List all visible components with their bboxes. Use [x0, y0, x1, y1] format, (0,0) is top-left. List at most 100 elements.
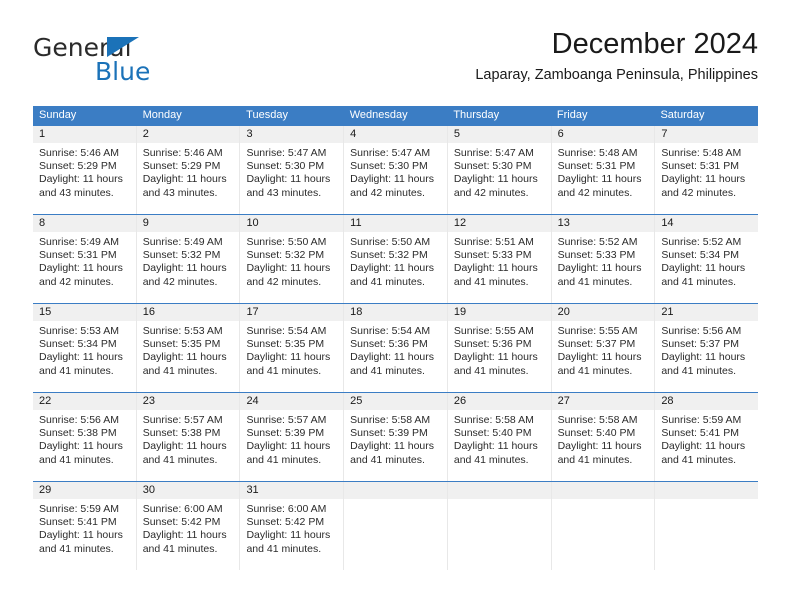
day-number: 26	[447, 393, 551, 410]
sunrise-text: Sunrise: 5:53 AM	[142, 325, 223, 337]
daylight-text-line1: Daylight: 11 hours	[350, 351, 435, 364]
day-number: 30	[136, 482, 240, 499]
day-details: Sunrise: 6:00 AM Sunset: 5:42 PM Daylight:…	[240, 499, 343, 556]
daylight-text-line1: Daylight: 11 hours	[246, 440, 331, 453]
daylight-text-line1: Daylight: 11 hours	[142, 351, 227, 364]
daylight-text-line2: and 41 minutes.	[142, 364, 218, 377]
daylight-text-line1: Daylight: 11 hours	[246, 173, 331, 186]
daylight-text-line1: Daylight: 11 hours	[453, 440, 538, 453]
day-details: Sunrise: 5:50 AM Sunset: 5:32 PM Daylight:…	[344, 232, 447, 289]
sunset-text: Sunset: 5:31 PM	[661, 160, 739, 173]
sunrise-text: Sunrise: 5:58 AM	[453, 414, 534, 426]
sunset-text: Sunset: 5:39 PM	[246, 427, 325, 440]
sunset-text: Sunset: 5:38 PM	[142, 427, 221, 440]
sunrise-text: Sunrise: 5:56 AM	[661, 325, 742, 337]
day-cell[interactable]: 31 Sunrise: 6:00 AM Sunset: 5:42 PM Dayligh…	[239, 482, 344, 570]
daylight-text-line2: and 41 minutes.	[453, 364, 529, 377]
daylight-text-line2: and 41 minutes.	[557, 275, 633, 288]
sunrise-text: Sunrise: 5:59 AM	[39, 503, 119, 515]
sunset-text: Sunset: 5:31 PM	[557, 160, 636, 173]
day-number: 3	[240, 126, 344, 143]
day-cell[interactable]: 16 Sunrise: 5:53 AM Sunset: 5:35 PM Dayligh…	[135, 304, 240, 392]
day-number: 24	[240, 393, 344, 410]
day-cell[interactable]: 25 Sunrise: 5:58 AM Sunset: 5:39 PM Dayligh…	[343, 393, 447, 481]
general-blue-logo[interactable]: General Blue	[33, 34, 233, 94]
sunrise-text: Sunrise: 5:51 AM	[453, 236, 534, 248]
weekday-header-wednesday: Wednesday	[349, 109, 408, 121]
sunset-text: Sunset: 5:39 PM	[350, 427, 428, 440]
day-cell[interactable]: 30 Sunrise: 6:00 AM Sunset: 5:42 PM Dayligh…	[135, 482, 240, 570]
sunset-text: Sunset: 5:33 PM	[557, 249, 636, 262]
day-cell[interactable]: 22 Sunrise: 5:56 AM Sunset: 5:38 PM Dayligh…	[33, 393, 136, 481]
sunrise-text: Sunrise: 5:54 AM	[246, 325, 327, 337]
sunrise-text: Sunrise: 5:55 AM	[557, 325, 638, 337]
sunset-text: Sunset: 5:29 PM	[39, 160, 117, 173]
daylight-text-line1: Daylight: 11 hours	[557, 440, 642, 453]
sunrise-text: Sunrise: 5:57 AM	[246, 414, 327, 426]
daylight-text-line1: Daylight: 11 hours	[39, 262, 123, 275]
day-cell[interactable]: 2 Sunrise: 5:46 AM Sunset: 5:29 PM Daylight…	[135, 126, 240, 214]
daylight-text-line1: Daylight: 11 hours	[557, 351, 642, 364]
sunrise-text: Sunrise: 5:53 AM	[39, 325, 119, 337]
sunrise-text: Sunrise: 5:59 AM	[661, 414, 742, 426]
sunset-text: Sunset: 5:30 PM	[246, 160, 325, 173]
week-row: 1 Sunrise: 5:46 AM Sunset: 5:29 PM Daylight…	[33, 125, 759, 214]
day-number: 6	[551, 126, 655, 143]
day-cell[interactable]: 20 Sunrise: 5:55 AM Sunset: 5:37 PM Dayligh…	[550, 304, 655, 392]
day-cell[interactable]: 12 Sunrise: 5:51 AM Sunset: 5:33 PM Dayligh…	[446, 215, 551, 303]
daylight-text-line2: and 42 minutes.	[350, 186, 425, 199]
daylight-text-line1: Daylight: 11 hours	[661, 173, 746, 186]
day-cell[interactable]: 24 Sunrise: 5:57 AM Sunset: 5:39 PM Dayligh…	[239, 393, 344, 481]
day-number: 18	[344, 304, 447, 321]
daylight-text-line2: and 42 minutes.	[39, 275, 114, 288]
day-cell[interactable]: 4 Sunrise: 5:47 AM Sunset: 5:30 PM Daylight…	[343, 126, 447, 214]
day-cell[interactable]: 10 Sunrise: 5:50 AM Sunset: 5:32 PM Dayligh…	[239, 215, 344, 303]
sunrise-text: Sunrise: 5:47 AM	[246, 147, 327, 159]
day-number: 19	[447, 304, 551, 321]
day-cell[interactable]: 7 Sunrise: 5:48 AM Sunset: 5:31 PM Daylight…	[654, 126, 759, 214]
day-number: 11	[344, 215, 447, 232]
day-details: Sunrise: 5:47 AM Sunset: 5:30 PM Daylight:…	[448, 143, 551, 200]
day-details: Sunrise: 5:56 AM Sunset: 5:38 PM Daylight:…	[33, 410, 136, 467]
day-cell[interactable]: 11 Sunrise: 5:50 AM Sunset: 5:32 PM Dayligh…	[343, 215, 447, 303]
sunset-text: Sunset: 5:29 PM	[142, 160, 221, 173]
day-number	[655, 482, 759, 499]
sunset-text: Sunset: 5:31 PM	[39, 249, 117, 262]
day-details: Sunrise: 5:57 AM Sunset: 5:39 PM Daylight:…	[240, 410, 343, 467]
day-number	[551, 482, 655, 499]
day-cell[interactable]: 17 Sunrise: 5:54 AM Sunset: 5:35 PM Dayligh…	[239, 304, 344, 392]
day-cell[interactable]: 5 Sunrise: 5:47 AM Sunset: 5:30 PM Daylight…	[446, 126, 551, 214]
day-cell[interactable]: 18 Sunrise: 5:54 AM Sunset: 5:36 PM Dayligh…	[343, 304, 447, 392]
day-cell[interactable]: 28 Sunrise: 5:59 AM Sunset: 5:41 PM Dayligh…	[654, 393, 759, 481]
day-cell[interactable]: 15 Sunrise: 5:53 AM Sunset: 5:34 PM Dayligh…	[33, 304, 136, 392]
weekday-header-friday: Friday	[556, 109, 588, 121]
day-number: 27	[551, 393, 655, 410]
day-cell[interactable]: 23 Sunrise: 5:57 AM Sunset: 5:38 PM Dayligh…	[135, 393, 240, 481]
calendar-page: General Blue December 2024 Laparay, Zamb…	[0, 0, 792, 612]
day-number: 25	[344, 393, 447, 410]
day-details	[655, 499, 758, 503]
day-cell[interactable]: 26 Sunrise: 5:58 AM Sunset: 5:40 PM Dayligh…	[446, 393, 551, 481]
day-cell[interactable]: 27 Sunrise: 5:58 AM Sunset: 5:40 PM Dayligh…	[550, 393, 655, 481]
day-number: 4	[344, 126, 447, 143]
day-cell[interactable]: 3 Sunrise: 5:47 AM Sunset: 5:30 PM Daylight…	[239, 126, 344, 214]
weekday-header-thursday: Thursday	[453, 109, 500, 121]
day-cell[interactable]: 1 Sunrise: 5:46 AM Sunset: 5:29 PM Daylight…	[33, 126, 136, 214]
day-cell[interactable]: 19 Sunrise: 5:55 AM Sunset: 5:36 PM Dayligh…	[446, 304, 551, 392]
page-title: December 2024	[551, 28, 758, 60]
day-details: Sunrise: 5:55 AM Sunset: 5:36 PM Daylight:…	[448, 321, 551, 378]
day-cell[interactable]: 21 Sunrise: 5:56 AM Sunset: 5:37 PM Dayligh…	[654, 304, 759, 392]
daylight-text-line1: Daylight: 11 hours	[661, 262, 746, 275]
day-cell[interactable]: 13 Sunrise: 5:52 AM Sunset: 5:33 PM Dayligh…	[550, 215, 655, 303]
weekday-header-monday: Monday	[142, 109, 182, 121]
day-cell[interactable]: 9 Sunrise: 5:49 AM Sunset: 5:32 PM Daylight…	[135, 215, 240, 303]
calendar-grid: Sunday Monday Tuesday Wednesday Thursday…	[33, 106, 759, 570]
day-cell[interactable]: 6 Sunrise: 5:48 AM Sunset: 5:31 PM Daylight…	[550, 126, 655, 214]
sunrise-text: Sunrise: 5:46 AM	[39, 147, 119, 159]
day-cell[interactable]: 14 Sunrise: 5:52 AM Sunset: 5:34 PM Dayligh…	[654, 215, 759, 303]
week-row: 8 Sunrise: 5:49 AM Sunset: 5:31 PM Daylight…	[33, 214, 759, 303]
weekday-header-tuesday: Tuesday	[246, 109, 288, 121]
day-cell[interactable]: 8 Sunrise: 5:49 AM Sunset: 5:31 PM Daylight…	[33, 215, 136, 303]
daylight-text-line1: Daylight: 11 hours	[142, 529, 227, 542]
day-cell[interactable]: 29 Sunrise: 5:59 AM Sunset: 5:41 PM Dayligh…	[33, 482, 136, 570]
